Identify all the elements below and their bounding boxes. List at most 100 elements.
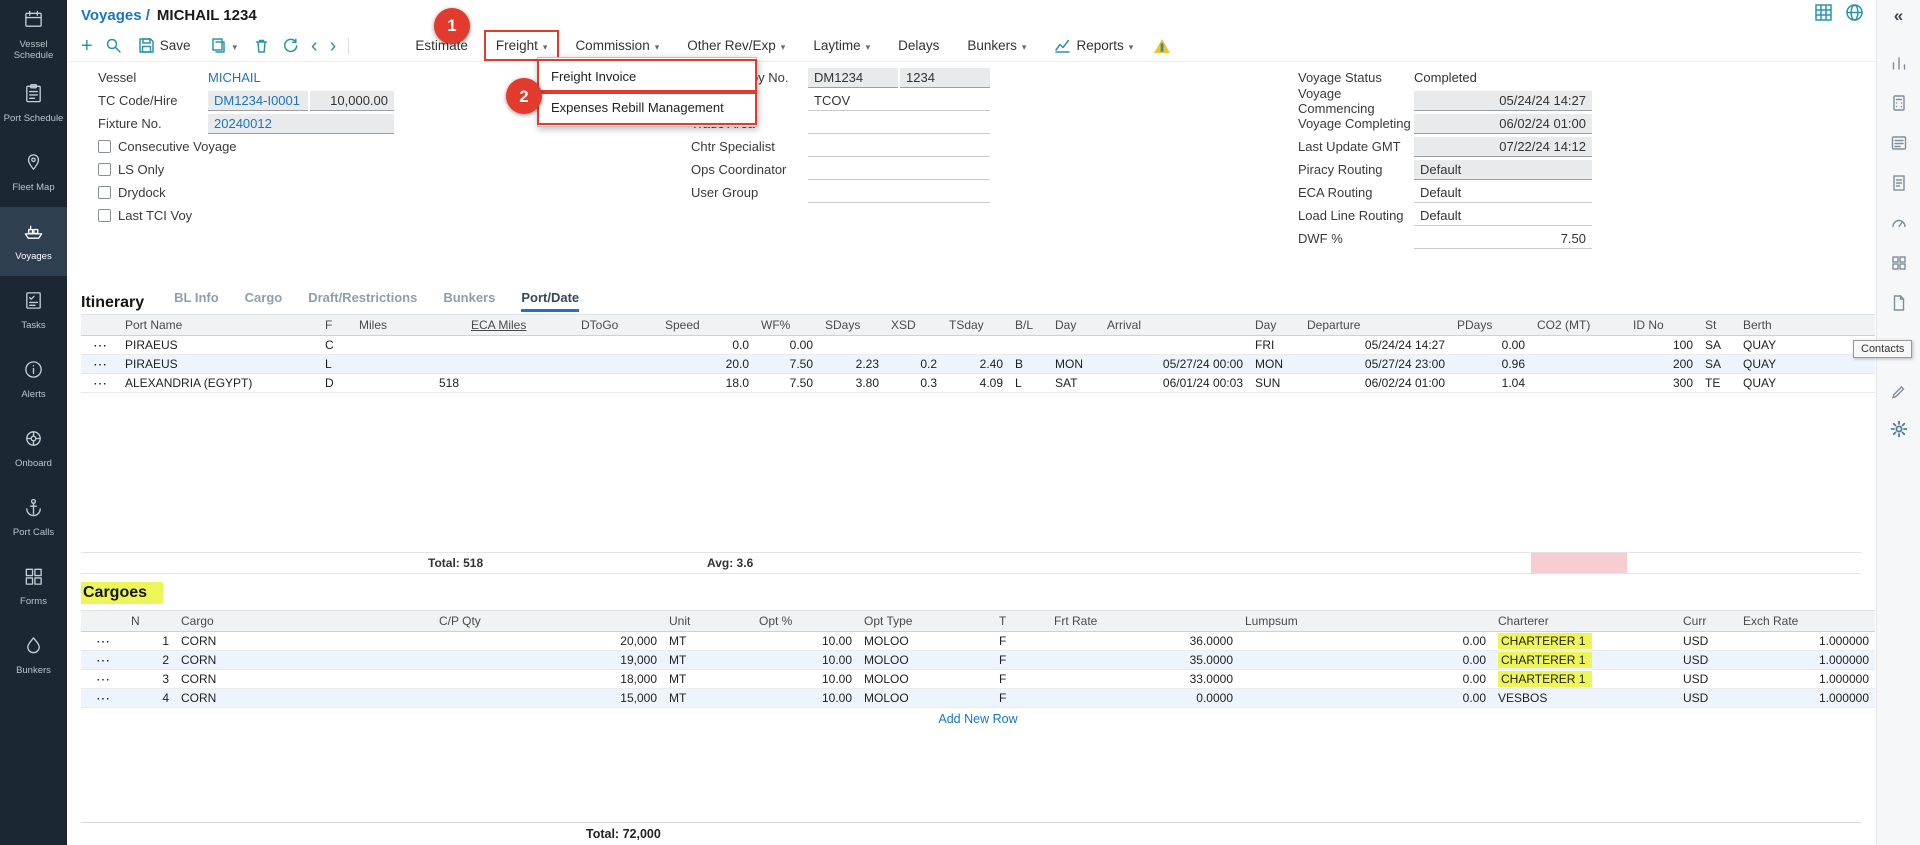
- cell-wf[interactable]: 0.00: [755, 336, 819, 355]
- menu-item-freight-invoice[interactable]: Freight Invoice: [541, 63, 753, 90]
- cell-frt-rate[interactable]: 33.0000: [1048, 670, 1239, 689]
- sidebar-item-fleet-map[interactable]: Fleet Map: [0, 138, 67, 207]
- cell-cargo[interactable]: CORN: [175, 670, 433, 689]
- table-view-icon[interactable]: [1814, 3, 1833, 27]
- delays-button[interactable]: Delays: [890, 34, 947, 57]
- cell-miles[interactable]: [353, 355, 465, 374]
- last-update-gmt-field[interactable]: 07/22/24 14:12: [1414, 137, 1592, 157]
- cell-n[interactable]: 4: [125, 689, 175, 708]
- cell-dtogo[interactable]: [575, 336, 659, 355]
- cell-unit[interactable]: MT: [663, 670, 753, 689]
- cell-departure[interactable]: 05/27/24 23:00: [1301, 355, 1451, 374]
- cell-function[interactable]: L: [319, 355, 353, 374]
- cell-opt-type[interactable]: MOLOO: [858, 632, 993, 651]
- globe-icon[interactable]: [1845, 3, 1864, 27]
- cell-xsd[interactable]: 0.2: [885, 355, 943, 374]
- cell-lumpsum[interactable]: 0.00: [1239, 689, 1492, 708]
- cell-id-no[interactable]: 200: [1627, 355, 1699, 374]
- sidebar-item-voyages[interactable]: Voyages: [0, 207, 67, 276]
- cell-curr[interactable]: USD: [1677, 670, 1737, 689]
- cell-eca-miles[interactable]: [465, 336, 575, 355]
- cell-opt-pct[interactable]: 10.00: [753, 632, 858, 651]
- gauge-icon[interactable]: [1890, 214, 1908, 237]
- cell-exch-rate[interactable]: 1.000000: [1737, 632, 1875, 651]
- document-panel-icon[interactable]: [1890, 174, 1908, 197]
- copy-button[interactable]: [206, 34, 241, 57]
- cell-day-departure[interactable]: MON: [1249, 355, 1301, 374]
- cell-xsd[interactable]: 0.3: [885, 374, 943, 393]
- tab-draft-restrictions[interactable]: Draft/Restrictions: [308, 290, 417, 312]
- sidebar-item-tasks[interactable]: Tasks: [0, 276, 67, 345]
- voy-no-field-1[interactable]: DM1234: [808, 68, 898, 88]
- cell-charterer[interactable]: CHARTERER 1: [1492, 632, 1677, 651]
- cell-cp-qty[interactable]: 19,000: [433, 651, 663, 670]
- cell-day-arrival[interactable]: MON: [1049, 355, 1101, 374]
- cell-function[interactable]: D: [319, 374, 353, 393]
- sidebar-item-vessel-schedule[interactable]: Vessel Schedule: [0, 0, 67, 69]
- bunkers-menu-button[interactable]: Bunkers: [959, 34, 1034, 57]
- cell-sdays[interactable]: 2.23: [819, 355, 885, 374]
- cell-wf[interactable]: 7.50: [755, 355, 819, 374]
- add-new-row-link[interactable]: Add New Row: [938, 712, 1017, 726]
- cell-n[interactable]: 1: [125, 632, 175, 651]
- row-menu-icon[interactable]: [81, 689, 125, 708]
- freight-menu-button[interactable]: Freight 1: [488, 34, 556, 57]
- cell-miles[interactable]: [353, 336, 465, 355]
- cell-sdays[interactable]: [819, 336, 885, 355]
- sidebar-item-forms[interactable]: Forms: [0, 552, 67, 621]
- cell-lumpsum[interactable]: 0.00: [1239, 651, 1492, 670]
- cell-eca-miles[interactable]: [465, 374, 575, 393]
- cell-curr[interactable]: USD: [1677, 651, 1737, 670]
- sidebar-item-alerts[interactable]: Alerts: [0, 345, 67, 414]
- cell-co2[interactable]: [1531, 374, 1627, 393]
- tab-port-date[interactable]: Port/Date: [521, 290, 579, 312]
- cell-miles[interactable]: 518: [353, 374, 465, 393]
- cell-berth[interactable]: QUAY: [1737, 374, 1875, 393]
- cell-dtogo[interactable]: [575, 374, 659, 393]
- cell-bl[interactable]: [1009, 336, 1049, 355]
- cell-speed[interactable]: 0.0: [659, 336, 755, 355]
- cell-n[interactable]: 2: [125, 651, 175, 670]
- cell-lumpsum[interactable]: 0.00: [1239, 632, 1492, 651]
- cell-st[interactable]: SA: [1699, 336, 1737, 355]
- cell-curr[interactable]: USD: [1677, 632, 1737, 651]
- row-menu-icon[interactable]: [81, 374, 119, 393]
- eca-routing-field[interactable]: Default: [1414, 183, 1592, 203]
- tc-code-link[interactable]: DM1234-I0001: [214, 93, 300, 108]
- other-revexp-menu-button[interactable]: Other Rev/Exp: [679, 34, 793, 57]
- settings-gear-icon[interactable]: [1890, 420, 1908, 443]
- reports-menu-button[interactable]: Reports: [1046, 33, 1141, 58]
- cell-exch-rate[interactable]: 1.000000: [1737, 670, 1875, 689]
- cell-curr[interactable]: USD: [1677, 689, 1737, 708]
- fixture-no-field[interactable]: 20240012: [208, 114, 394, 134]
- cell-bl[interactable]: L: [1009, 374, 1049, 393]
- save-button[interactable]: Save: [134, 34, 195, 57]
- cargo-row-2[interactable]: 2 CORN 19,000 MT 10.00 MOLOO F 35.0000 0…: [81, 651, 1875, 670]
- cell-id-no[interactable]: 300: [1627, 374, 1699, 393]
- cell-day-arrival[interactable]: SAT: [1049, 374, 1101, 393]
- cell-frt-rate[interactable]: 0.0000: [1048, 689, 1239, 708]
- sidebar-item-bunkers[interactable]: Bunkers: [0, 621, 67, 690]
- cell-lumpsum[interactable]: 0.00: [1239, 670, 1492, 689]
- last-tci-voy-checkbox[interactable]: [98, 209, 111, 222]
- voy-type-field[interactable]: TCOV: [808, 91, 990, 111]
- cell-port-name[interactable]: PIRAEUS: [119, 336, 319, 355]
- sidebar-item-port-calls[interactable]: Port Calls: [0, 483, 67, 552]
- load-line-routing-field[interactable]: Default: [1414, 206, 1592, 226]
- cell-arrival[interactable]: 05/27/24 00:00: [1101, 355, 1249, 374]
- cell-port-name[interactable]: PIRAEUS: [119, 355, 319, 374]
- cell-eca-miles[interactable]: [465, 355, 575, 374]
- voy-no-field-2[interactable]: 1234: [900, 68, 990, 88]
- cell-unit[interactable]: MT: [663, 651, 753, 670]
- cell-frt-rate[interactable]: 35.0000: [1048, 651, 1239, 670]
- tab-cargo[interactable]: Cargo: [245, 290, 283, 312]
- warning-icon[interactable]: !: [1153, 37, 1171, 55]
- cell-n[interactable]: 3: [125, 670, 175, 689]
- cell-wf[interactable]: 7.50: [755, 374, 819, 393]
- list-panel-icon[interactable]: [1890, 134, 1908, 157]
- cell-opt-type[interactable]: MOLOO: [858, 689, 993, 708]
- voyage-completing-field[interactable]: 06/02/24 01:00: [1414, 114, 1592, 134]
- cell-function[interactable]: C: [319, 336, 353, 355]
- cell-opt-pct[interactable]: 10.00: [753, 670, 858, 689]
- ops-coordinator-field[interactable]: [808, 160, 990, 180]
